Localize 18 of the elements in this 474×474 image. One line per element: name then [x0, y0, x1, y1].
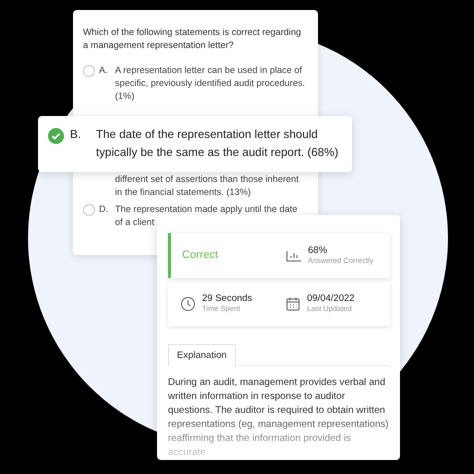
- selected-option-card[interactable]: B. The date of the representation letter should typically be the same as the audit report. (68%): [38, 116, 352, 172]
- option-letter: D.: [99, 203, 110, 216]
- stat-value: 29 Seconds: [202, 293, 252, 304]
- option-letter: A.: [99, 64, 109, 77]
- stat-value: 09/04/2022: [307, 293, 355, 304]
- clock-icon: [180, 296, 196, 312]
- radio-button[interactable]: [83, 204, 95, 216]
- stat-value: 68%: [308, 244, 328, 256]
- status-text: Correct: [182, 249, 220, 262]
- option-text: A representation letter can be used in place of specific, previously identified audit procedures. (1%): [115, 64, 306, 103]
- radio-button[interactable]: [83, 65, 95, 77]
- option-letter: B.: [70, 127, 82, 143]
- explanation-text: During an audit, management provides verbal and written information in response to auditor questions. The auditor is required to obtain written representations (eg, management representations) reaffirming that the information provided is accurate: [168, 376, 390, 460]
- option-text: different set of assertions than those inherent in the financial statements. (13%): [115, 173, 300, 199]
- explanation-tab[interactable]: Explanation: [168, 344, 236, 366]
- question-text: Which of the following statements is correct regarding a management representation letter?: [83, 26, 302, 52]
- option-text: The date of the representation letter should typically be the same as the audit report. (68%): [96, 127, 340, 161]
- calendar-icon: [285, 296, 301, 312]
